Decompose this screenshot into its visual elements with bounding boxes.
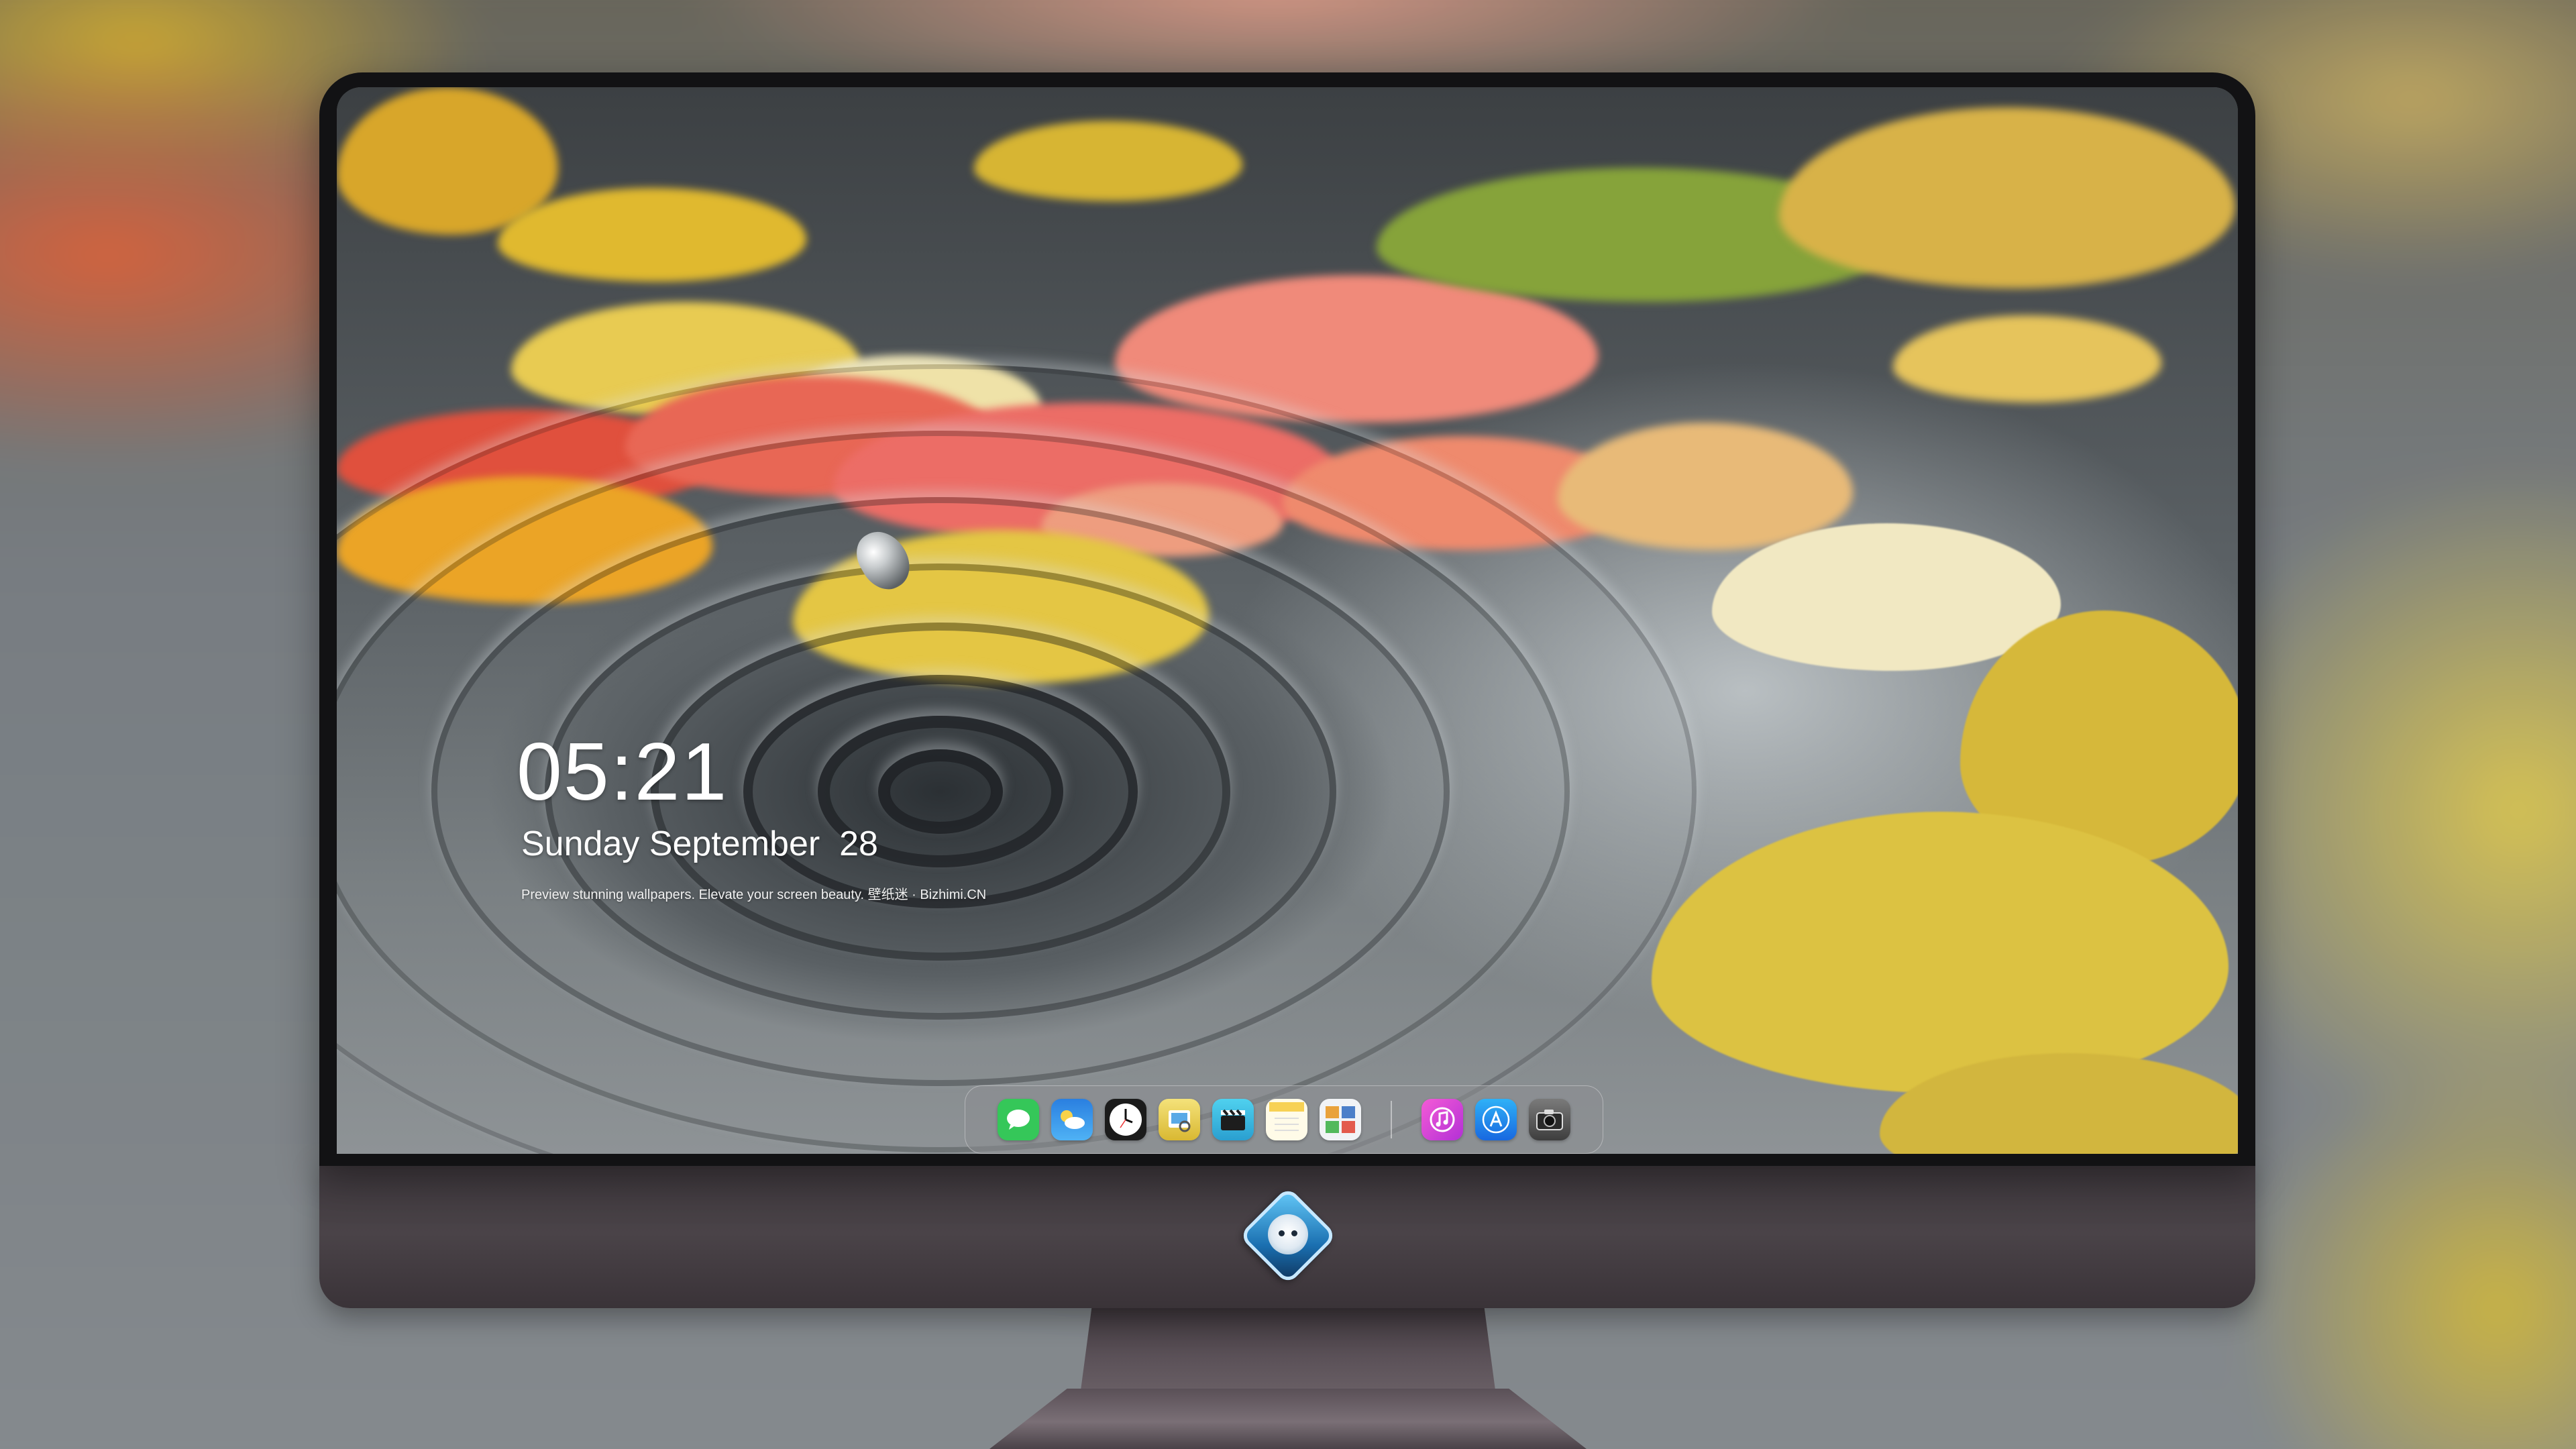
lockscreen-time: 05:21 bbox=[517, 726, 729, 817]
dock-separator bbox=[1391, 1101, 1392, 1138]
app-store-icon[interactable] bbox=[1475, 1099, 1517, 1140]
lockscreen-tagline: Preview stunning wallpapers. Elevate you… bbox=[521, 888, 987, 902]
lockscreen-date: Sunday September 28 bbox=[521, 824, 878, 863]
notes-icon[interactable] bbox=[1266, 1099, 1307, 1140]
preview-icon[interactable] bbox=[1159, 1099, 1200, 1140]
bizhimi-mascot-face bbox=[1268, 1214, 1308, 1254]
clock-icon[interactable] bbox=[1105, 1099, 1146, 1140]
weather-icon[interactable] bbox=[1051, 1099, 1093, 1140]
clips-icon[interactable] bbox=[1212, 1099, 1254, 1140]
music-icon[interactable] bbox=[1421, 1099, 1463, 1140]
dock bbox=[965, 1085, 1603, 1154]
monitor-screen: 05:21 Sunday September 28 Preview stunni… bbox=[337, 87, 2238, 1154]
monitor-stand-neck bbox=[1080, 1301, 1496, 1395]
stage: 05:21 Sunday September 28 Preview stunni… bbox=[0, 0, 2576, 1449]
camera-icon[interactable] bbox=[1529, 1099, 1570, 1140]
monitor-stand-base bbox=[989, 1389, 1587, 1449]
photo-booth-icon[interactable] bbox=[1320, 1099, 1361, 1140]
messages-icon[interactable] bbox=[998, 1099, 1039, 1140]
